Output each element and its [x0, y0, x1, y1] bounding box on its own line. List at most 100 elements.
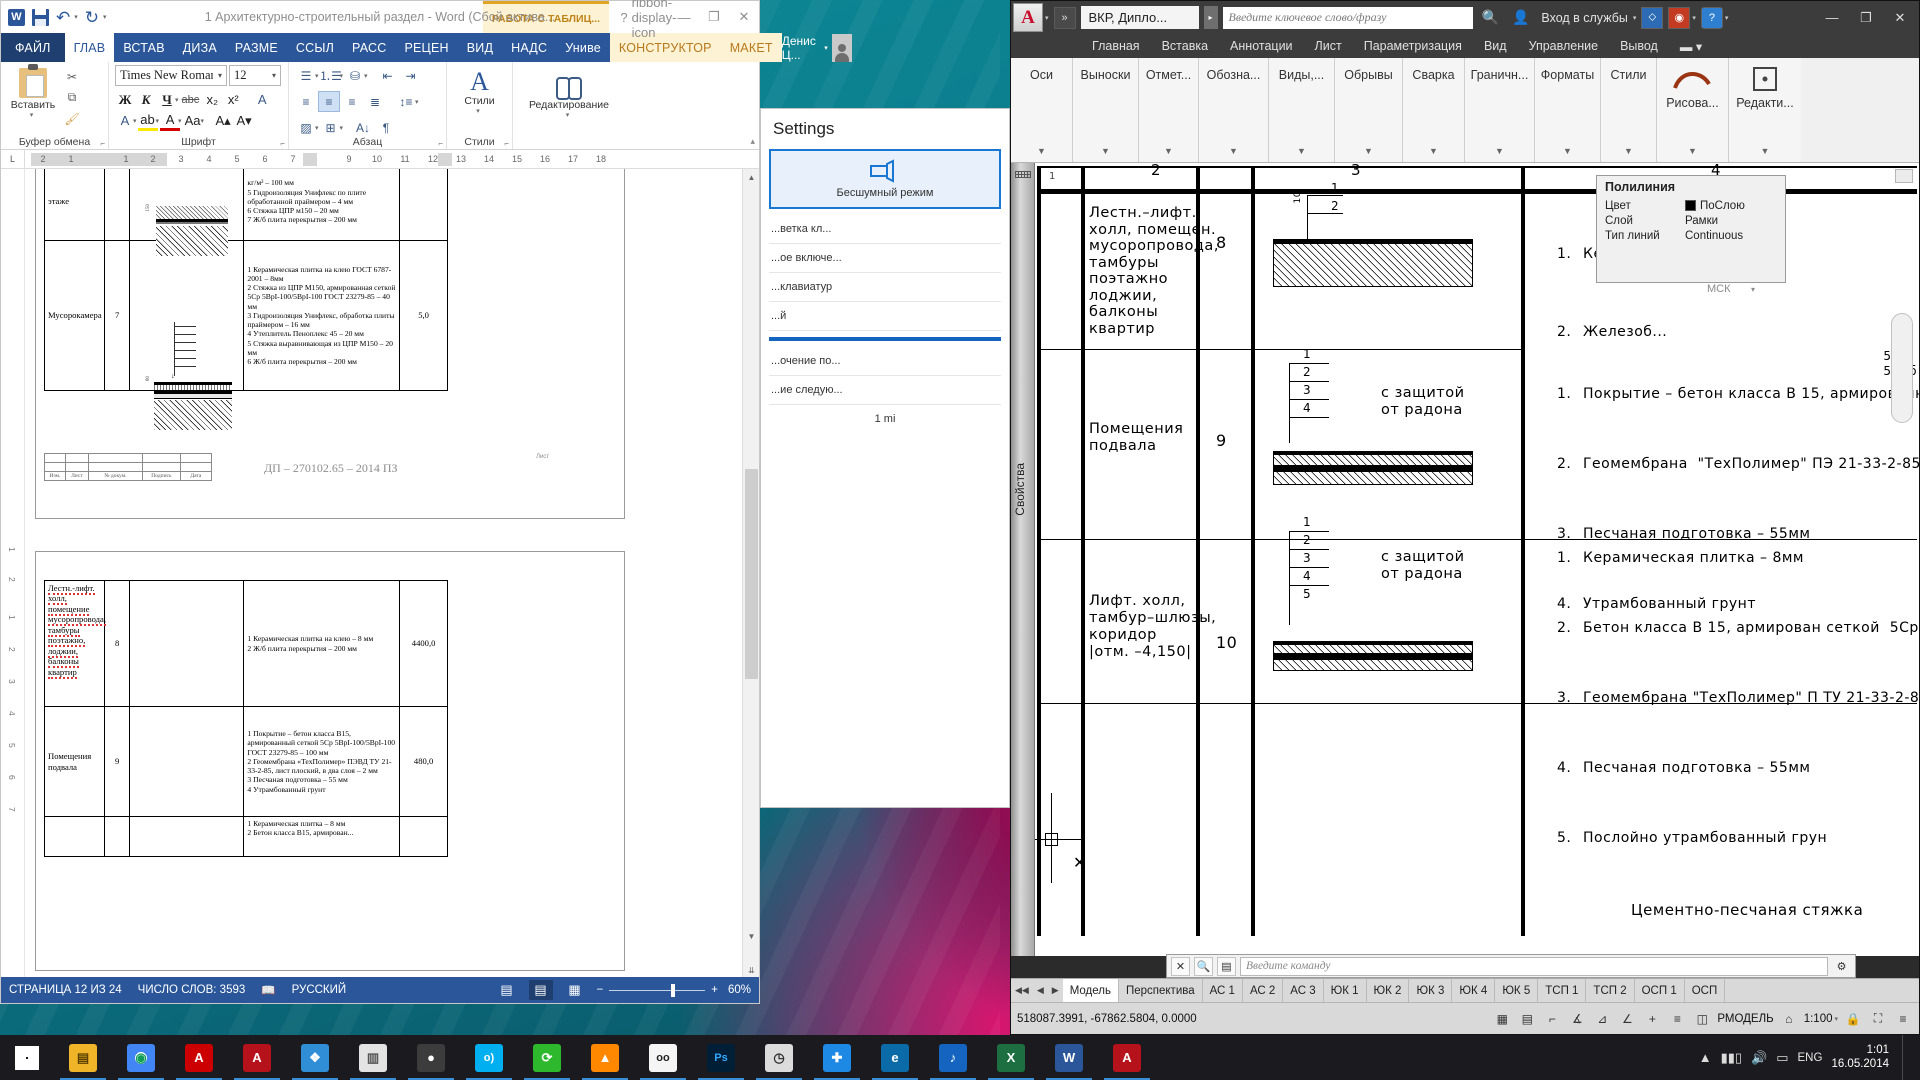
- document-page-container[interactable]: этаже 150 кг/м² – 100 мм 5 Гидроизоляция…: [25, 169, 741, 979]
- help-icon[interactable]: ?: [1700, 6, 1723, 29]
- layout-tab-tsp2[interactable]: ТСП 2: [1586, 979, 1635, 1002]
- panel-edit[interactable]: Редакти... ▼: [1729, 58, 1801, 162]
- command-options-icon[interactable]: ⚙: [1832, 957, 1851, 976]
- panel-drawing-caret-icon[interactable]: ▼: [1657, 146, 1728, 156]
- word-ribbon[interactable]: Вставить ▾ ✂ ⧉ 🖌 Буфер обмена ⌐ Times Ne…: [1, 62, 759, 150]
- palette-row-layer[interactable]: Слой Рамки: [1597, 213, 1785, 228]
- user-name[interactable]: Денис Ц...: [782, 34, 824, 62]
- tab-insert[interactable]: ВСТАВ: [114, 33, 173, 62]
- navigation-bar[interactable]: [1891, 313, 1913, 423]
- ucs-caret-icon[interactable]: ▾: [1751, 285, 1755, 294]
- taskbar-item-autocad[interactable]: A: [228, 1035, 286, 1080]
- minimize-button[interactable]: —: [669, 1, 699, 33]
- zoom-slider[interactable]: − +: [597, 983, 718, 997]
- polar-icon[interactable]: ∡: [1567, 1009, 1587, 1029]
- panel-styles[interactable]: Стили ▼: [1601, 58, 1657, 162]
- line-spacing-icon[interactable]: ↕≡: [395, 91, 417, 112]
- shading-icon[interactable]: ▨: [295, 117, 317, 138]
- strikethrough-button[interactable]: abc: [180, 89, 202, 110]
- panel-axes-caret-icon[interactable]: ▼: [1011, 146, 1072, 156]
- taskbar-item-photo-viewer[interactable]: ❖: [286, 1035, 344, 1080]
- status-menu-icon[interactable]: ≡: [1893, 1009, 1913, 1029]
- styles-dialog-launcher[interactable]: ⌐: [504, 139, 509, 148]
- command-line[interactable]: ✕ 🔍 ▤ Введите команду ⚙: [1166, 954, 1856, 978]
- search-binoculars-icon[interactable]: 🔍: [1478, 9, 1503, 26]
- autocad-window[interactable]: A ▾ » ВКР, Дипло... ▸ Введите ключевое с…: [1010, 0, 1920, 1035]
- restore-button[interactable]: ❐: [699, 1, 729, 33]
- italic-button[interactable]: К: [136, 89, 156, 110]
- quick-access-expand-icon[interactable]: »: [1053, 6, 1076, 29]
- settings-line-3[interactable]: ...й: [769, 302, 1001, 331]
- battery-icon[interactable]: ▭: [1776, 1050, 1788, 1066]
- zoom-out-button[interactable]: −: [597, 984, 604, 996]
- layout-tab-osp1[interactable]: ОСП 1: [1635, 979, 1685, 1002]
- word-status-bar[interactable]: СТРАНИЦА 12 ИЗ 24 ЧИСЛО СЛОВ: 3593 📖 РУС…: [1, 977, 759, 1003]
- table-floors-2[interactable]: Лестн.-лифт. холл, помещение мусоропрово…: [43, 580, 448, 857]
- multilevel-list-icon[interactable]: ⛁: [344, 65, 366, 86]
- tab-design[interactable]: ДИЗА: [174, 33, 226, 62]
- command-input[interactable]: Введите команду: [1240, 956, 1828, 976]
- autocad-titlebar[interactable]: A ▾ » ВКР, Дипло... ▸ Введите ключевое с…: [1011, 1, 1919, 34]
- layout-tab-as1[interactable]: АС 1: [1203, 979, 1243, 1002]
- taskbar-item-autocad-2[interactable]: A: [1098, 1035, 1156, 1080]
- font-size-combo[interactable]: 12 ▾: [229, 65, 281, 86]
- page-indicator[interactable]: СТРАНИЦА 12 ИЗ 24: [9, 984, 122, 996]
- numbered-list-icon[interactable]: ⒈☰: [319, 65, 342, 86]
- zoom-in-button[interactable]: +: [711, 984, 718, 996]
- settings-line-5[interactable]: ...ие следую...: [769, 376, 1001, 405]
- clipboard-dialog-launcher[interactable]: ⌐: [100, 139, 105, 148]
- scroll-down-icon[interactable]: ▼: [743, 928, 759, 945]
- layout-tab-bar[interactable]: ◀◀ ◀ ▶ Модель Перспектива АС 1 АС 2 АС 3…: [1011, 978, 1919, 1002]
- align-center-icon[interactable]: ≡: [318, 91, 340, 112]
- tab-universal[interactable]: Униве: [556, 33, 610, 62]
- volume-icon[interactable]: 🔊: [1751, 1050, 1767, 1066]
- account-icon[interactable]: 👤: [1508, 9, 1533, 26]
- grid-icon[interactable]: ▤: [1517, 1009, 1537, 1029]
- tab-review[interactable]: РЕЦЕН: [395, 33, 457, 62]
- acad-tab-insert[interactable]: Вставка: [1151, 34, 1219, 58]
- layout-tab-yk2[interactable]: ЮК 2: [1367, 979, 1410, 1002]
- word-window[interactable]: W ↶ ▾ ↻ ▾ 1 Архитектурно-строительный раз…: [0, 0, 853, 1004]
- show-hidden-icons-icon[interactable]: ▲: [1699, 1050, 1712, 1065]
- read-mode-icon[interactable]: ▤: [495, 980, 519, 1000]
- panel-welding[interactable]: Сварка ▼: [1403, 58, 1465, 162]
- acad-restore-button[interactable]: ❐: [1849, 1, 1883, 34]
- underline-button[interactable]: Ч: [157, 89, 177, 110]
- clean-screen-icon[interactable]: ⛶: [1868, 1009, 1888, 1029]
- customize-qat-icon[interactable]: ▾: [103, 13, 107, 21]
- superscript-button[interactable]: x²: [223, 89, 243, 110]
- panel-views[interactable]: Виды,... ▼: [1269, 58, 1335, 162]
- collapse-ribbon-icon[interactable]: ▴: [750, 136, 755, 147]
- panel-designations[interactable]: Обозна... ▼: [1199, 58, 1269, 162]
- document-name[interactable]: ВКР, Дипло...: [1080, 6, 1199, 29]
- panel-boundary-caret-icon[interactable]: ▼: [1465, 146, 1534, 156]
- word-count[interactable]: ЧИСЛО СЛОВ: 3593: [138, 984, 246, 996]
- layout-nav-first-icon[interactable]: ◀◀: [1011, 985, 1033, 996]
- lock-ui-icon[interactable]: 🔒: [1843, 1009, 1863, 1029]
- user-menu-caret-icon[interactable]: ▾: [824, 44, 828, 52]
- panel-leaders-caret-icon[interactable]: ▼: [1073, 146, 1138, 156]
- autodesk-360-icon[interactable]: ◉: [1668, 6, 1691, 29]
- acad-minimize-button[interactable]: —: [1815, 1, 1849, 34]
- snap-icon[interactable]: ▦: [1492, 1009, 1512, 1029]
- taskbar-item-media-player[interactable]: ●: [402, 1035, 460, 1080]
- panel-styles-caret-icon[interactable]: ▼: [1601, 146, 1656, 156]
- taskbar-item-word[interactable]: W: [1040, 1035, 1098, 1080]
- layout-tab-as2[interactable]: АС 2: [1243, 979, 1284, 1002]
- settings-line-2[interactable]: ...клавиатур: [769, 273, 1001, 302]
- layout-nav-prev-icon[interactable]: ◀: [1033, 985, 1048, 996]
- tab-selector[interactable]: L: [1, 149, 25, 169]
- taskbar-item-excel[interactable]: X: [982, 1035, 1040, 1080]
- palette-row-color[interactable]: Цвет ПоСлою: [1597, 198, 1785, 213]
- tab-addins[interactable]: НАДС: [502, 33, 556, 62]
- taskbar-item-skype[interactable]: o): [460, 1035, 518, 1080]
- properties-tab[interactable]: Свойства: [1013, 463, 1033, 516]
- clock[interactable]: 1:01 16.05.2014: [1831, 1044, 1893, 1071]
- vertical-scrollbar[interactable]: ▲ ▼ ⇊: [742, 169, 759, 979]
- panel-edit-caret-icon[interactable]: ▼: [1729, 146, 1801, 156]
- autocad-status-bar[interactable]: 518087.3991, -67862.5804, 0.0000 ▦ ▤ ⌐ ∡…: [1011, 1002, 1919, 1034]
- grow-font-icon[interactable]: A▴: [213, 110, 233, 131]
- lineweight-icon[interactable]: ≡: [1667, 1009, 1687, 1029]
- justify-icon[interactable]: ≣: [364, 91, 386, 112]
- properties-panel-gutter[interactable]: Свойства: [1011, 163, 1035, 956]
